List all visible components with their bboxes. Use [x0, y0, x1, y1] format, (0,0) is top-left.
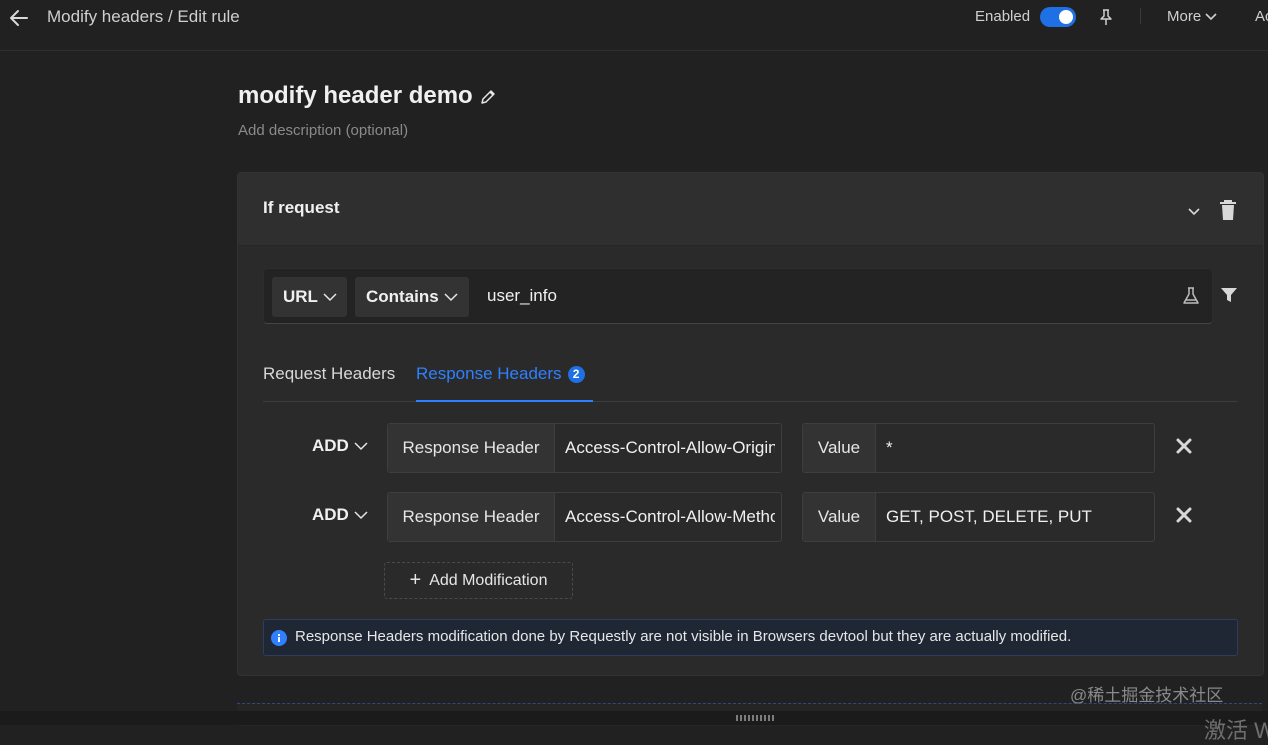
back-arrow-icon[interactable] [8, 7, 30, 29]
edit-pencil-icon[interactable] [479, 88, 497, 106]
chevron-down-icon[interactable] [1186, 203, 1202, 219]
more-menu-button[interactable]: More [1167, 8, 1217, 25]
chevron-down-icon [354, 442, 368, 451]
count-badge: 2 [567, 366, 585, 383]
info-icon [271, 630, 287, 646]
tab-label: Response Headers [416, 364, 562, 383]
header-addon-label: Response Header [388, 424, 555, 472]
if-request-title: If request [263, 198, 340, 217]
operator-dropdown[interactable]: Contains [355, 277, 469, 317]
header-value-field: Value * [802, 423, 1155, 473]
tabs-divider [263, 401, 1238, 402]
panel-header: If request [238, 173, 1263, 246]
header-name-field: Response Header Access-Control-Allow-Ori… [387, 423, 782, 473]
info-alert: Response Headers modification done by Re… [263, 619, 1238, 656]
bottom-bar [0, 711, 1268, 725]
add-modification-button[interactable]: + Add Modification [384, 562, 573, 599]
url-value-input[interactable]: user_info [487, 286, 557, 306]
chevron-down-icon [354, 511, 368, 520]
add-modification-label: Add Modification [429, 572, 548, 589]
chevron-down-icon [444, 293, 458, 302]
test-flask-icon[interactable] [1181, 286, 1201, 306]
enabled-toggle[interactable] [1040, 7, 1076, 27]
action-label: ADD [312, 505, 349, 524]
header-value-input[interactable]: * [886, 424, 1146, 472]
header-name-input[interactable]: Access-Control-Allow-Methods [565, 493, 775, 541]
chevron-down-icon [1205, 13, 1217, 21]
header-value-input[interactable]: GET, POST, DELETE, PUT [886, 493, 1146, 541]
plus-icon: + [409, 569, 422, 591]
breadcrumb: Modify headers / Edit rule [47, 7, 240, 26]
active-tab-indicator [416, 400, 593, 402]
rule-pair-panel: If request URL Contains user_info Reques… [237, 172, 1264, 676]
header-value-field: Value GET, POST, DELETE, PUT [802, 492, 1155, 542]
enabled-label: Enabled [975, 8, 1031, 25]
more-label: More [1167, 8, 1202, 25]
description-input[interactable]: Add description (optional) [238, 122, 408, 139]
header-name-input[interactable]: Access-Control-Allow-Origin [565, 424, 775, 472]
value-addon-label: Value [803, 424, 876, 472]
header-addon-label: Response Header [388, 493, 555, 541]
value-addon-label: Value [803, 493, 876, 541]
toggle-knob [1059, 10, 1073, 24]
watermark: @稀土掘金技术社区 [1070, 686, 1224, 705]
resize-grip-icon[interactable] [736, 715, 776, 721]
url-condition-row: URL Contains user_info [263, 268, 1213, 324]
toolbar-divider [1140, 8, 1141, 24]
filter-icon[interactable] [1220, 286, 1238, 304]
rule-name: modify header demo [238, 82, 497, 110]
action-label: ADD [312, 436, 349, 455]
activate-windows-text: 激活 W [1204, 718, 1268, 743]
remove-icon[interactable] [1175, 506, 1193, 524]
source-key-dropdown[interactable]: URL [272, 277, 347, 317]
info-message: Response Headers modification done by Re… [295, 628, 1072, 645]
tab-response-headers[interactable]: Response Headers 2 [416, 364, 585, 384]
pin-icon[interactable] [1097, 8, 1115, 26]
tab-request-headers[interactable]: Request Headers [263, 364, 395, 384]
modification-row: ADD Response Header Access-Control-Allow… [312, 423, 1192, 473]
header-name-field: Response Header Access-Control-Allow-Met… [387, 492, 782, 542]
action-dropdown[interactable]: ADD [312, 436, 368, 456]
rule-name-text: modify header demo [238, 82, 473, 109]
operator-label: Contains [366, 287, 439, 306]
remove-icon[interactable] [1175, 437, 1193, 455]
delete-icon[interactable] [1218, 199, 1238, 221]
truncated-action-button[interactable]: Ac [1255, 8, 1268, 25]
chevron-down-icon [323, 293, 337, 302]
modification-row: ADD Response Header Access-Control-Allow… [312, 492, 1192, 542]
action-dropdown[interactable]: ADD [312, 505, 368, 525]
top-bar: Modify headers / Edit rule Enabled More … [0, 0, 1268, 51]
source-key-label: URL [283, 287, 318, 306]
